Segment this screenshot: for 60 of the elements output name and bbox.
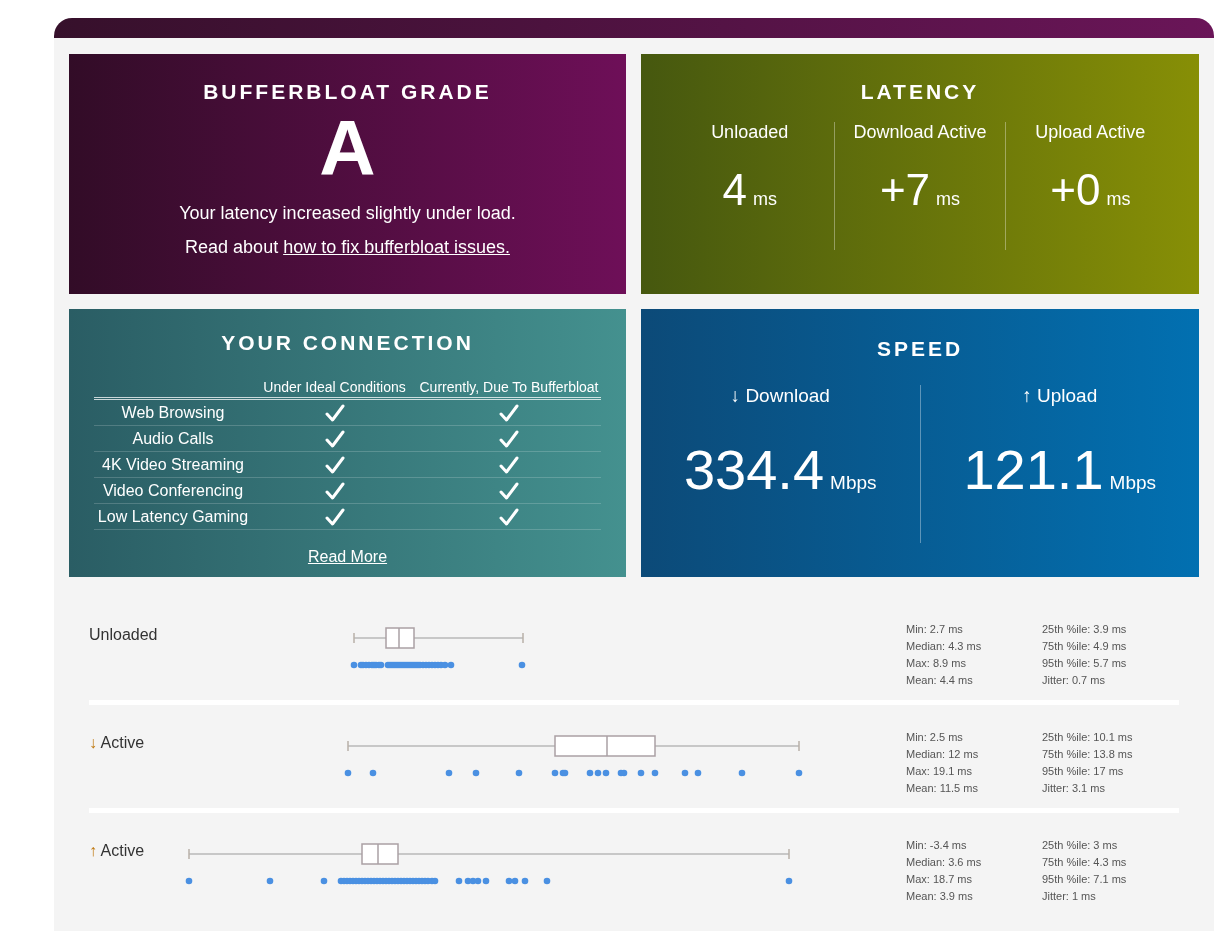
unit-label: ms: [752, 189, 777, 210]
stat-text: 95th %ile: 17 ms: [1042, 764, 1125, 779]
fix-sentence: Read about how to fix bufferbloat issues.: [185, 236, 510, 259]
stat-text: Mean: 4.4 ms: [906, 673, 974, 688]
stat-text: Min: 2.7 ms: [906, 622, 964, 637]
grade-letter: A: [319, 106, 376, 190]
stat-text: Mean: 3.9 ms: [906, 889, 974, 904]
stat-text: 75th %ile: 4.9 ms: [1042, 639, 1128, 654]
card-title: BUFFERBLOAT GRADE: [203, 80, 492, 104]
latency-label: Upload Active: [1035, 122, 1146, 143]
row-label: Unloaded: [89, 626, 158, 643]
latency-label: Unloaded: [711, 122, 789, 143]
column-header: Currently, Due To Bufferbloat: [418, 379, 600, 395]
stat-text: Mean: 11.5 ms: [906, 781, 979, 796]
stat-text: 95th %ile: 5.7 ms: [1042, 656, 1128, 671]
stat-text: Median: 4.3 ms: [906, 639, 983, 654]
unit-label: Mbps: [830, 472, 877, 494]
stat-text: 25th %ile: 3.9 ms: [1042, 622, 1128, 637]
stat-text: Jitter: 0.7 ms: [1042, 673, 1106, 688]
quartile-box: [385, 627, 415, 649]
unit-label: ms: [1106, 189, 1131, 210]
row-label: ↓ Active: [89, 734, 145, 751]
unit-label: Mbps: [1109, 472, 1157, 494]
speed-label: ↓ Download: [730, 385, 830, 407]
stat-text: 25th %ile: 10.1 ms: [1042, 730, 1134, 745]
column-header: Under Ideal Conditions: [262, 379, 407, 395]
card-title: LATENCY: [860, 80, 980, 104]
unit-label: ms: [936, 189, 961, 210]
card-title: YOUR CONNECTION: [221, 331, 474, 355]
row-label: ↑ Active: [89, 842, 145, 859]
fix-bufferbloat-link[interactable]: how to fix bufferbloat issues.: [283, 237, 510, 257]
activity-label: Video Conferencing: [101, 481, 245, 500]
stat-text: Max: 8.9 ms: [906, 656, 967, 671]
stat-text: Max: 18.7 ms: [906, 872, 974, 887]
stat-text: Max: 19.1 ms: [906, 764, 974, 779]
quartile-box: [361, 843, 399, 865]
stat-text: Min: 2.5 ms: [906, 730, 964, 745]
card-title: SPEED: [876, 337, 964, 361]
stat-text: Jitter: 3.1 ms: [1042, 781, 1106, 796]
stat-text: Jitter: 1 ms: [1042, 889, 1097, 904]
activity-label: Audio Calls: [131, 429, 215, 448]
speed-value: 121.1: [963, 437, 1104, 502]
latency-value: +0: [1050, 165, 1101, 215]
latency-value: +7: [879, 165, 931, 215]
activity-label: 4K Video Streaming: [101, 455, 245, 474]
activity-label: Low Latency Gaming: [96, 507, 250, 526]
speed-label: ↑ Upload: [1022, 385, 1098, 407]
grade-message: Your latency increased slightly under load.: [179, 202, 516, 225]
activity-label: Web Browsing: [120, 403, 226, 422]
latency-value: 4: [722, 165, 747, 215]
speed-value: 334.4: [683, 437, 825, 502]
stat-text: Min: -3.4 ms: [906, 838, 968, 853]
stat-text: 75th %ile: 13.8 ms: [1042, 747, 1134, 762]
stat-text: 25th %ile: 3 ms: [1042, 838, 1119, 853]
stat-text: Median: 12 ms: [906, 747, 980, 762]
read-more-link[interactable]: Read More: [307, 548, 388, 565]
stat-text: Median: 3.6 ms: [906, 855, 983, 870]
stat-text: 95th %ile: 7.1 ms: [1042, 872, 1128, 887]
stat-text: 75th %ile: 4.3 ms: [1042, 855, 1128, 870]
latency-label: Download Active: [853, 122, 987, 143]
